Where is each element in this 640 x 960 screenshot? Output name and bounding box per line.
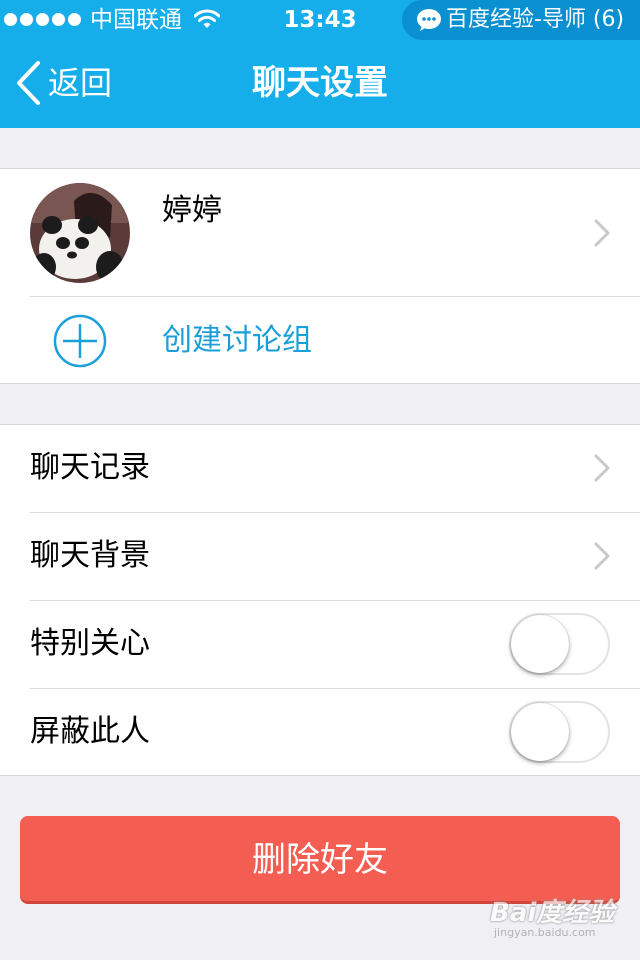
- avatar-image: [30, 183, 130, 283]
- page-title: 聊天设置: [252, 63, 388, 103]
- watermark-logo: Bai度经验: [490, 898, 615, 928]
- status-bar: 中国联通 13:43 百度经验-导师 (6): [0, 0, 640, 40]
- baidu-watermark: Bai度经验 jingyan.baidu.com: [490, 886, 620, 946]
- avatar[interactable]: [30, 183, 130, 283]
- watermark-url: jingyan.baidu.com: [494, 926, 596, 939]
- chevron-right-icon: [594, 454, 610, 482]
- block-person-row: 屏蔽此人: [0, 689, 640, 776]
- chat-background-row[interactable]: 聊天背景: [0, 513, 640, 600]
- chat-history-row[interactable]: 聊天记录: [0, 425, 640, 512]
- special-care-row: 特别关心: [0, 601, 640, 688]
- chat-bubble-icon: [417, 9, 441, 31]
- toggle-knob: [511, 615, 569, 673]
- create-group-row[interactable]: 创建讨论组: [0, 297, 640, 385]
- plus-circle-icon: [53, 314, 107, 368]
- special-care-label: 特别关心: [30, 626, 150, 661]
- navigation-bar: 返回 聊天设置: [0, 40, 640, 128]
- toggle-knob: [511, 703, 569, 761]
- app-header: 中国联通 13:43 百度经验-导师 (6) 返回 聊天设置: [0, 0, 640, 128]
- profile-group: 婷婷 创建讨论组: [0, 168, 640, 384]
- notification-text: 百度经验-导师 (6): [446, 7, 625, 32]
- profile-row[interactable]: 婷婷: [0, 169, 640, 296]
- chat-background-label: 聊天背景: [30, 538, 150, 573]
- contact-name: 婷婷: [162, 193, 222, 228]
- chevron-right-icon: [594, 542, 610, 570]
- create-group-label: 创建讨论组: [162, 323, 312, 358]
- special-care-toggle[interactable]: [509, 613, 610, 675]
- block-person-toggle[interactable]: [509, 701, 610, 763]
- block-person-label: 屏蔽此人: [30, 714, 150, 749]
- notification-pill[interactable]: 百度经验-导师 (6): [402, 0, 640, 40]
- chat-history-label: 聊天记录: [30, 450, 150, 485]
- settings-group: 聊天记录 聊天背景 特别关心 屏蔽此人: [0, 424, 640, 776]
- chevron-right-icon: [594, 219, 610, 247]
